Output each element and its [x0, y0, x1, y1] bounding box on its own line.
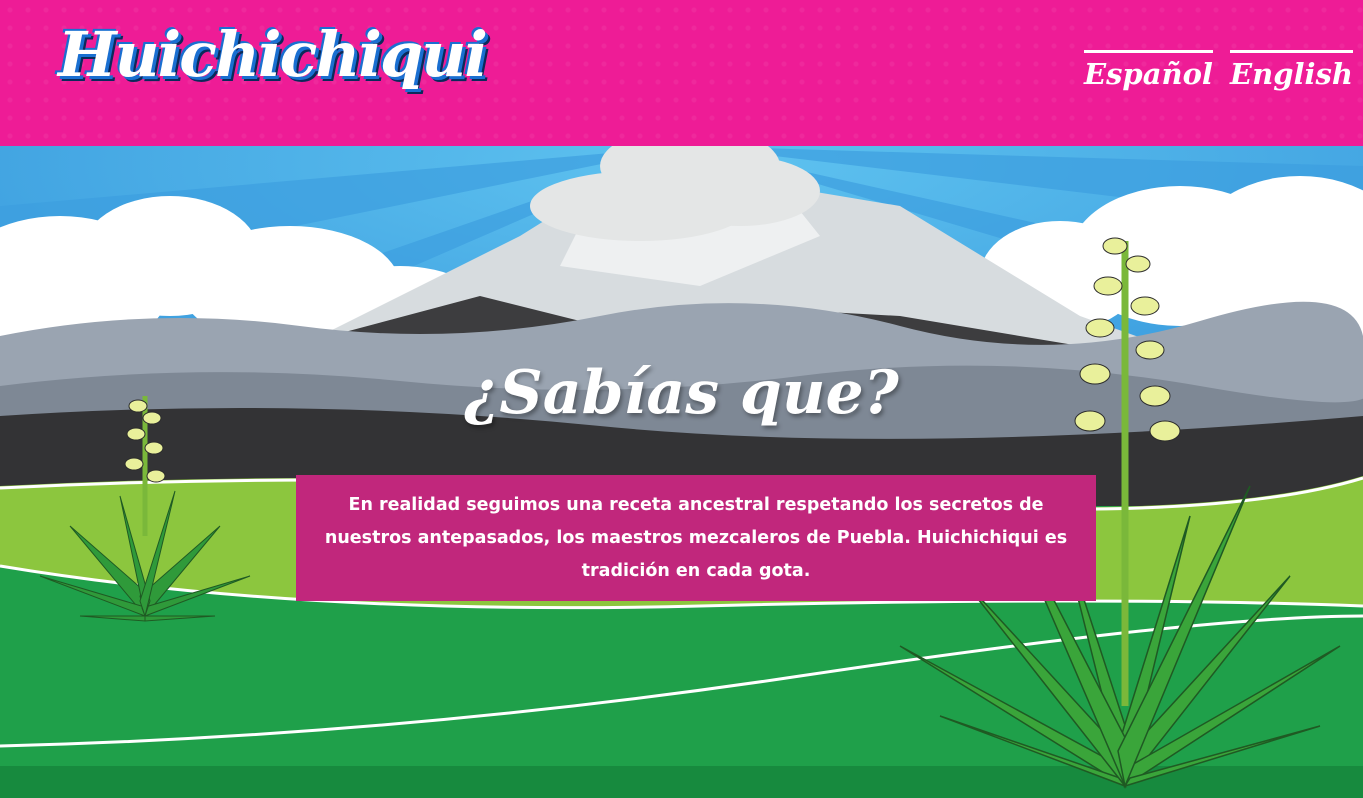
volcano-landscape-illustration	[0, 146, 1363, 798]
hero-description: En realidad seguimos una receta ancestra…	[324, 495, 1068, 581]
language-spanish-link[interactable]: Español	[1084, 50, 1213, 91]
brand-logo[interactable]: Huichichiqui	[58, 18, 488, 91]
hero-title: ¿Sabías que?	[464, 358, 899, 428]
language-english-link[interactable]: English	[1230, 50, 1353, 91]
hero-illustration: ¿Sabías que? En realidad seguimos una re…	[0, 146, 1363, 798]
site-header: Huichichiqui Español English	[0, 0, 1363, 146]
hero-text-box: En realidad seguimos una receta ancestra…	[296, 475, 1096, 601]
